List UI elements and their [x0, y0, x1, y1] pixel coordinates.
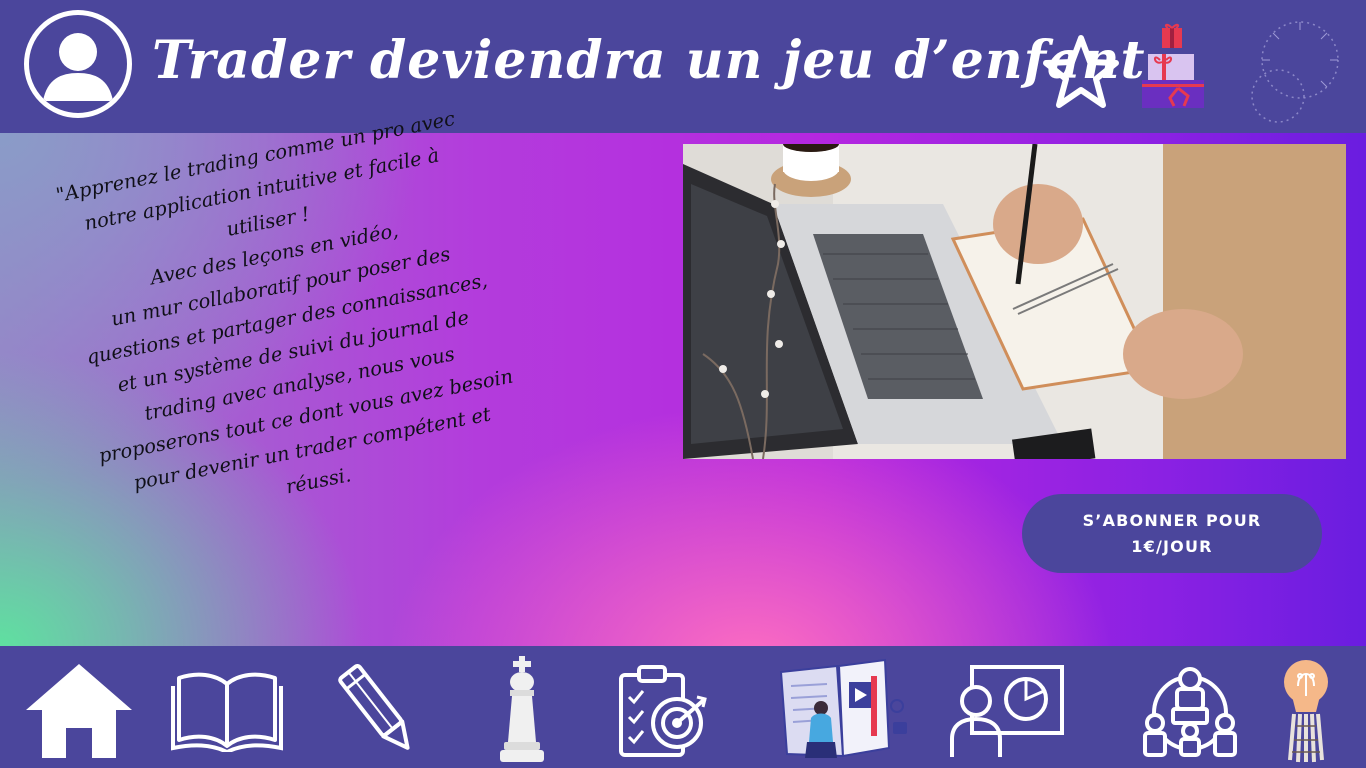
open-book-icon [171, 672, 283, 752]
checklist-target-icon [619, 665, 707, 757]
laptop-and-notebook-photo [683, 144, 1346, 459]
home-icon [26, 664, 132, 758]
subscribe-button[interactable]: S’ABONNER POUR 1€/JOUR [1022, 494, 1322, 573]
nav-item-home[interactable] [20, 656, 138, 764]
nav-item-journal[interactable] [332, 656, 424, 764]
nav-item-video-lessons[interactable] [776, 656, 918, 764]
pencil-icon [338, 663, 410, 750]
gift-boxes-icon[interactable] [1138, 22, 1208, 114]
header-bar: Trader deviendra un jeu d’enfant [0, 0, 1366, 133]
subscribe-label-line1: S’ABONNER POUR [1082, 510, 1262, 530]
nav-item-lessons[interactable] [170, 656, 284, 764]
user-avatar-icon[interactable] [24, 10, 132, 118]
fireworks-icon [1238, 10, 1348, 134]
page-title: Trader deviendra un jeu d’enfant [152, 30, 1146, 91]
study-illustration-icon [779, 658, 907, 758]
star-icon[interactable] [1040, 33, 1122, 115]
chess-king-icon [500, 656, 544, 762]
nav-item-strategy[interactable] [490, 656, 554, 764]
lightbulb-icon [1284, 660, 1328, 763]
presentation-chart-icon [950, 665, 1064, 757]
subscribe-label-line2: 1€/JOUR [1131, 536, 1213, 556]
collaboration-icon [1143, 667, 1237, 757]
bottom-nav-bar [0, 646, 1366, 768]
nav-item-ideas[interactable] [1274, 656, 1338, 764]
nav-item-analysis[interactable] [946, 656, 1068, 764]
nav-item-community[interactable] [1140, 656, 1240, 764]
nav-item-goals[interactable] [612, 656, 712, 764]
